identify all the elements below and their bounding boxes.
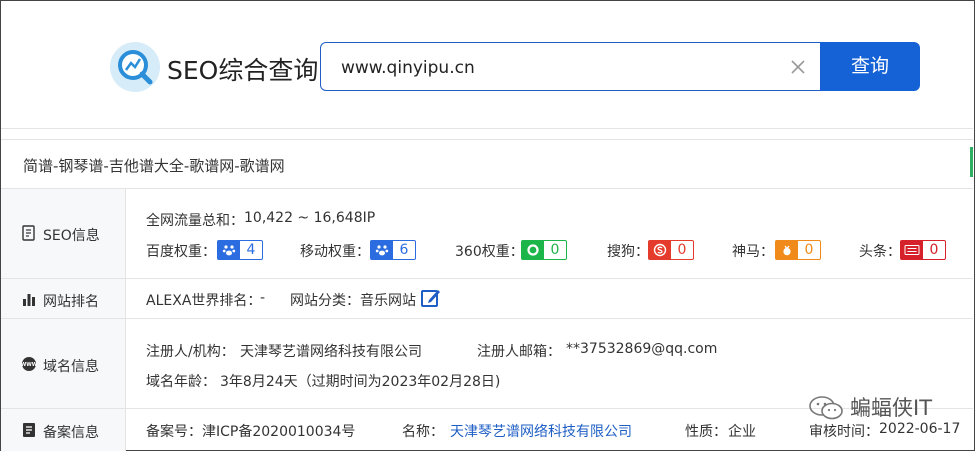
icp-type-value: 企业 <box>728 424 756 440</box>
sogou-label: 搜狗： <box>607 244 649 260</box>
domain-label: 域名信息 <box>43 359 99 375</box>
email-value: **37532869@qq.com <box>566 341 718 357</box>
sogou-value: 0 <box>677 242 687 258</box>
paw-icon <box>218 241 240 259</box>
mobile-weight-badge[interactable]: 6 <box>370 240 416 260</box>
360-weight-label: 360权重： <box>455 244 524 260</box>
edit-icon[interactable] <box>420 287 442 309</box>
toutiao-badge[interactable]: 0 <box>900 240 946 260</box>
icp-type-label: 性质： <box>685 424 727 440</box>
shenma-badge[interactable]: 0 <box>775 240 821 260</box>
360-weight-badge[interactable]: 0 <box>521 240 567 260</box>
sogou-icon <box>649 241 671 259</box>
category-value: 音乐网站 <box>360 293 416 309</box>
bar-chart-icon <box>23 294 35 306</box>
search-button[interactable]: 查询 <box>820 42 920 91</box>
toutiao-value: 0 <box>929 242 939 258</box>
logo-icon <box>110 42 160 92</box>
category-label: 网站分类： <box>290 293 360 309</box>
www-globe-icon: WWW <box>21 357 37 371</box>
domain-label-cell: WWW 域名信息 <box>1 319 126 408</box>
baidu-weight-value: 4 <box>246 242 256 258</box>
email-label: 注册人邮箱： <box>477 344 561 360</box>
header: SEO综合查询 查询 <box>1 1 973 129</box>
search-box[interactable] <box>320 42 821 91</box>
toutiao-label: 头条： <box>859 244 901 260</box>
baidu-weight-label: 百度权重： <box>146 244 216 260</box>
shenma-value: 0 <box>804 242 814 258</box>
alexa-label: ALEXA世界排名： <box>146 293 262 309</box>
icp-name-link[interactable]: 天津琴艺谱网络科技有限公司 <box>450 421 632 441</box>
document-icon <box>22 225 35 241</box>
site-title-row: 简谱-钢琴谱-吉他谱大全-歌谱网-歌谱网 <box>1 139 973 189</box>
watermark-text: 蝙蝠侠IT <box>850 396 933 420</box>
record-icon <box>23 423 35 437</box>
age-value: 3年8月24天（过期时间为2023年02月28日) <box>220 374 501 390</box>
paw-icon <box>371 241 393 259</box>
registrant-value: 天津琴艺谱网络科技有限公司 <box>240 344 422 360</box>
logo-text: SEO综合查询 <box>167 56 319 85</box>
360-weight-value: 0 <box>550 242 560 258</box>
seo-row: SEO信息 全网流量总和： 10,422 ~ 16,648IP 百度权重： 4 … <box>1 189 973 279</box>
clear-icon[interactable] <box>789 58 807 76</box>
seo-label-cell: SEO信息 <box>1 189 126 278</box>
shenma-icon <box>776 241 798 259</box>
search-input[interactable] <box>341 56 781 80</box>
icp-label-cell: 备案信息 <box>1 409 126 451</box>
site-title: 简谱-钢琴谱-吉他谱大全-歌谱网-歌谱网 <box>23 157 285 175</box>
baidu-weight-badge[interactable]: 4 <box>217 240 263 260</box>
traffic-value: 10,422 ~ 16,648IP <box>244 210 376 226</box>
right-accent <box>970 147 973 177</box>
icp-number-value: 津ICP备2020010034号 <box>202 424 356 440</box>
seo-label: SEO信息 <box>43 228 100 244</box>
mobile-weight-value: 6 <box>399 242 409 258</box>
svg-text:WWW: WWW <box>21 362 37 368</box>
age-label: 域名年龄： <box>146 374 216 390</box>
traffic-label: 全网流量总和： <box>146 213 244 229</box>
rank-label-cell: 网站排名 <box>1 279 126 318</box>
toutiao-icon <box>901 241 923 259</box>
alexa-value: - <box>260 290 266 306</box>
registrant-label: 注册人/机构： <box>146 344 235 360</box>
audit-time-label: 审核时间： <box>809 424 879 440</box>
mobile-weight-label: 移动权重： <box>300 244 370 260</box>
icp-label: 备案信息 <box>43 425 99 441</box>
rank-label: 网站排名 <box>43 294 99 310</box>
wechat-icon <box>809 396 843 420</box>
circle-360-icon <box>522 241 544 259</box>
audit-time-value: 2022-06-17 <box>879 421 961 437</box>
rank-row: 网站排名 ALEXA世界排名： - 网站分类： 音乐网站 <box>1 279 973 319</box>
shenma-label: 神马： <box>732 244 774 260</box>
icp-number-label: 备案号： <box>146 424 202 440</box>
sogou-badge[interactable]: 0 <box>648 240 694 260</box>
icp-name-label: 名称： <box>402 424 444 440</box>
